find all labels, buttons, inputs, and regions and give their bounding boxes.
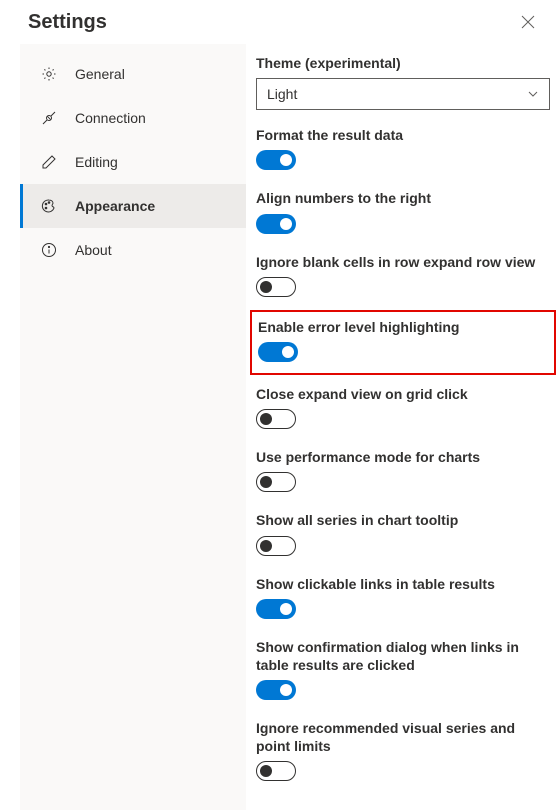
setting-row: Ignore blank cells in row expand row vie…	[256, 253, 550, 300]
sidebar-item-label: Connection	[75, 110, 146, 126]
sidebar-item-label: About	[75, 242, 112, 258]
setting-row: Enable error level highlighting	[258, 318, 548, 365]
setting-label: Align numbers to the right	[256, 189, 550, 207]
settings-content: Theme (experimental) Light Format the re…	[246, 44, 560, 810]
setting-row: Show clickable links in table results	[256, 575, 550, 622]
setting-label: Show confirmation dialog when links in t…	[256, 638, 550, 674]
setting-row: Use performance mode for charts	[256, 448, 550, 495]
setting-label: Show all series in chart tooltip	[256, 511, 550, 529]
toggle-knob	[260, 540, 272, 552]
toggle-switch[interactable]	[256, 277, 296, 297]
toggle-switch[interactable]	[258, 342, 298, 362]
toggle-switch[interactable]	[256, 536, 296, 556]
setting-label: Close expand view on grid click	[256, 385, 550, 403]
edit-icon	[41, 154, 57, 170]
setting-label: Ignore recommended visual series and poi…	[256, 719, 550, 755]
toggle-switch[interactable]	[256, 409, 296, 429]
close-button[interactable]	[516, 10, 540, 34]
toggle-knob	[260, 413, 272, 425]
toggle-switch[interactable]	[256, 214, 296, 234]
toggle-knob	[280, 154, 292, 166]
setting-label: Format the result data	[256, 126, 550, 144]
setting-row: Ignore recommended visual series and poi…	[256, 719, 550, 784]
settings-icon	[41, 66, 57, 82]
setting-row: Show confirmation dialog when links in t…	[256, 638, 550, 703]
sidebar-item-appearance[interactable]: Appearance	[20, 184, 246, 228]
setting-row: Show all series in chart tooltip	[256, 511, 550, 558]
setting-label: Ignore blank cells in row expand row vie…	[256, 253, 550, 271]
theme-select[interactable]: Light	[256, 78, 550, 110]
toggle-switch[interactable]	[256, 472, 296, 492]
toggle-knob	[280, 603, 292, 615]
sidebar-item-label: Appearance	[75, 198, 155, 214]
setting-row: Format the result data	[256, 126, 550, 173]
chevron-down-icon	[527, 88, 539, 100]
toggle-knob	[280, 684, 292, 696]
settings-header: Settings	[0, 0, 560, 44]
theme-selected-value: Light	[267, 86, 297, 102]
settings-sidebar: General Connection Editing	[20, 44, 246, 810]
settings-container: General Connection Editing	[0, 44, 560, 810]
setting-row: Close expand view on grid click	[256, 385, 550, 432]
info-icon	[41, 242, 57, 258]
palette-icon	[41, 198, 57, 214]
sidebar-item-connection[interactable]: Connection	[20, 96, 246, 140]
connection-icon	[41, 110, 57, 126]
toggle-knob	[260, 281, 272, 293]
toggle-knob	[260, 476, 272, 488]
sidebar-item-label: Editing	[75, 154, 118, 170]
sidebar-item-editing[interactable]: Editing	[20, 140, 246, 184]
sidebar-item-about[interactable]: About	[20, 228, 246, 272]
close-icon	[521, 15, 535, 29]
toggle-knob	[260, 765, 272, 777]
theme-setting: Theme (experimental) Light	[256, 54, 550, 110]
theme-label: Theme (experimental)	[256, 54, 550, 72]
toggle-switch[interactable]	[256, 150, 296, 170]
toggle-knob	[282, 346, 294, 358]
setting-label: Enable error level highlighting	[258, 318, 548, 336]
sidebar-item-label: General	[75, 66, 125, 82]
toggle-switch[interactable]	[256, 680, 296, 700]
highlight-box: Enable error level highlighting	[250, 310, 556, 375]
settings-title: Settings	[28, 11, 107, 34]
toggle-knob	[280, 218, 292, 230]
setting-label: Show clickable links in table results	[256, 575, 550, 593]
setting-row: Align numbers to the right	[256, 189, 550, 236]
sidebar-item-general[interactable]: General	[20, 52, 246, 96]
setting-label: Use performance mode for charts	[256, 448, 550, 466]
toggle-switch[interactable]	[256, 761, 296, 781]
toggle-switch[interactable]	[256, 599, 296, 619]
